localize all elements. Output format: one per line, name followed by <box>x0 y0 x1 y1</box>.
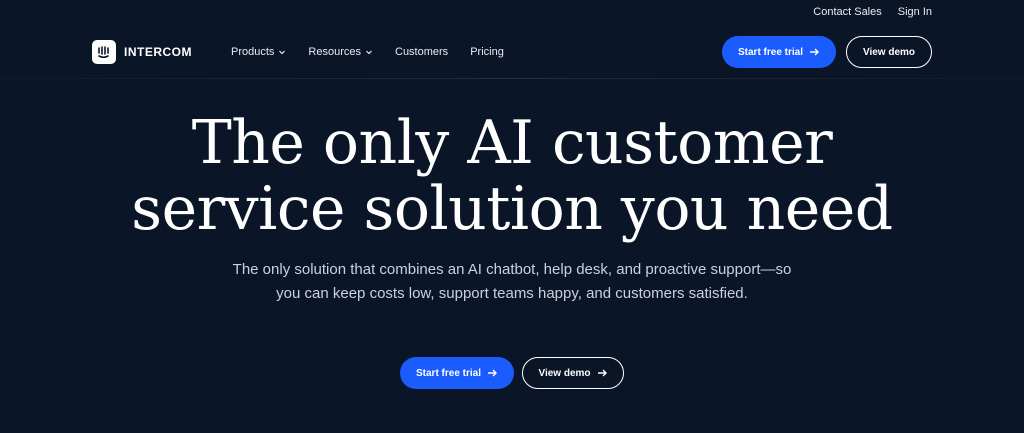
chevron-down-icon <box>279 50 286 55</box>
contact-sales-link[interactable]: Contact Sales <box>813 6 881 18</box>
arrow-right-icon <box>488 369 498 377</box>
utility-bar: Contact Sales Sign In <box>813 6 932 18</box>
nav-item-label: Pricing <box>470 46 504 58</box>
nav-start-trial-button[interactable]: Start free trial <box>722 36 836 68</box>
arrow-right-icon <box>810 48 820 56</box>
button-label: Start free trial <box>415 367 482 379</box>
nav-item-label: Products <box>231 46 275 58</box>
hero-title: The only AI customer service solution yo… <box>0 110 1024 242</box>
arrow-right-icon <box>597 369 607 377</box>
intercom-logo-icon <box>92 40 116 64</box>
sign-in-link[interactable]: Sign In <box>898 6 932 18</box>
nav-divider <box>0 78 1024 79</box>
hero-title-line-1: The only AI customer <box>191 108 833 178</box>
hero-title-line-2: service solution you need <box>131 174 893 244</box>
button-label: View demo <box>538 367 591 379</box>
nav-links: Products Resources Customers Pricing <box>231 46 504 58</box>
button-label: View demo <box>862 46 916 58</box>
nav-item-label: Customers <box>395 46 449 58</box>
hero-subtitle: The only solution that combines an AI ch… <box>232 261 792 302</box>
main-nav: INTERCOM Products Resources Customers Pr… <box>0 34 1024 72</box>
nav-item-products[interactable]: Products <box>231 46 286 58</box>
button-label: Start free trial <box>737 46 804 58</box>
brand-name: INTERCOM <box>124 45 192 59</box>
hero-view-demo-button[interactable]: View demo <box>522 357 624 389</box>
brand-logo[interactable]: INTERCOM <box>92 40 192 64</box>
page: Contact Sales Sign In INTERCOM Products … <box>0 0 1024 433</box>
nav-item-customers[interactable]: Customers <box>395 46 448 58</box>
nav-view-demo-button[interactable]: View demo <box>846 36 932 68</box>
chevron-down-icon <box>366 50 372 55</box>
hero-start-trial-button[interactable]: Start free trial <box>400 357 514 389</box>
nav-item-pricing[interactable]: Pricing <box>470 46 504 58</box>
nav-item-label: Resources <box>308 46 361 58</box>
nav-item-resources[interactable]: Resources <box>308 46 373 58</box>
